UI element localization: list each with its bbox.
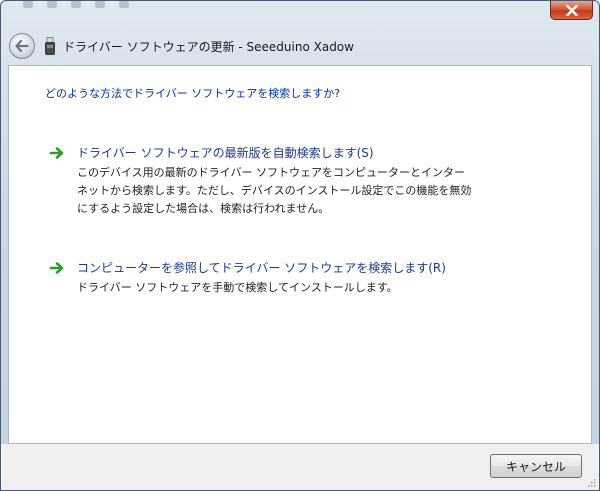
dialog-content: どのような方法でドライバー ソフトウェアを検索しますか? ドライバー ソフトウェ… — [8, 65, 592, 444]
window-title: ドライバー ソフトウェアの更新 - Seeeduino Xadow — [63, 40, 354, 54]
usb-device-icon — [45, 37, 55, 55]
description-line: このデバイス用の最新のドライバー ソフトウェアをコンピューターとインター — [77, 166, 465, 179]
taskbar-icon — [95, 1, 105, 8]
auto-search-option-title: ドライバー ソフトウェアの最新版を自動検索します(S) — [77, 146, 374, 160]
back-arrow-icon — [15, 40, 29, 52]
background-taskbar-icons — [23, 1, 203, 11]
driver-update-dialog: ドライバー ソフトウェアの更新 - Seeeduino Xadow どのような方… — [0, 0, 600, 491]
auto-search-option-description: このデバイス用の最新のドライバー ソフトウェアをコンピューターとインター ネット… — [77, 164, 517, 218]
cancel-button[interactable]: キャンセル — [490, 454, 582, 478]
dialog-footer: キャンセル — [1, 444, 599, 490]
taskbar-icon — [119, 1, 129, 8]
dialog-header: ドライバー ソフトウェアの更新 - Seeeduino Xadow — [1, 29, 599, 65]
resize-grip-icon[interactable] — [586, 477, 596, 487]
browse-computer-option-title: コンピューターを参照してドライバー ソフトウェアを検索します(R) — [77, 261, 446, 275]
close-icon — [565, 4, 578, 16]
browse-computer-option-description: ドライバー ソフトウェアを手動で検索してインストールします。 — [77, 279, 517, 297]
back-button[interactable] — [9, 33, 35, 59]
description-line: ドライバー ソフトウェアを手動で検索してインストールします。 — [77, 281, 398, 294]
taskbar-icon — [71, 1, 81, 8]
taskbar-icon — [47, 1, 57, 8]
search-method-question: どのような方法でドライバー ソフトウェアを検索しますか? — [45, 87, 341, 100]
close-button[interactable] — [550, 1, 593, 20]
description-line: ネットから検索します。ただし、デバイスのインストール設定でこの機能を無効 — [77, 184, 472, 197]
green-arrow-icon — [49, 262, 64, 274]
green-arrow-icon — [49, 147, 64, 159]
description-line: にするよう設定した場合は、検索は行われません。 — [77, 202, 330, 215]
browse-computer-option[interactable]: コンピューターを参照してドライバー ソフトウェアを検索します(R) ドライバー … — [49, 259, 569, 299]
taskbar-icon — [23, 1, 33, 8]
auto-search-option[interactable]: ドライバー ソフトウェアの最新版を自動検索します(S) このデバイス用の最新のド… — [49, 144, 569, 215]
title-bar[interactable] — [1, 1, 599, 29]
